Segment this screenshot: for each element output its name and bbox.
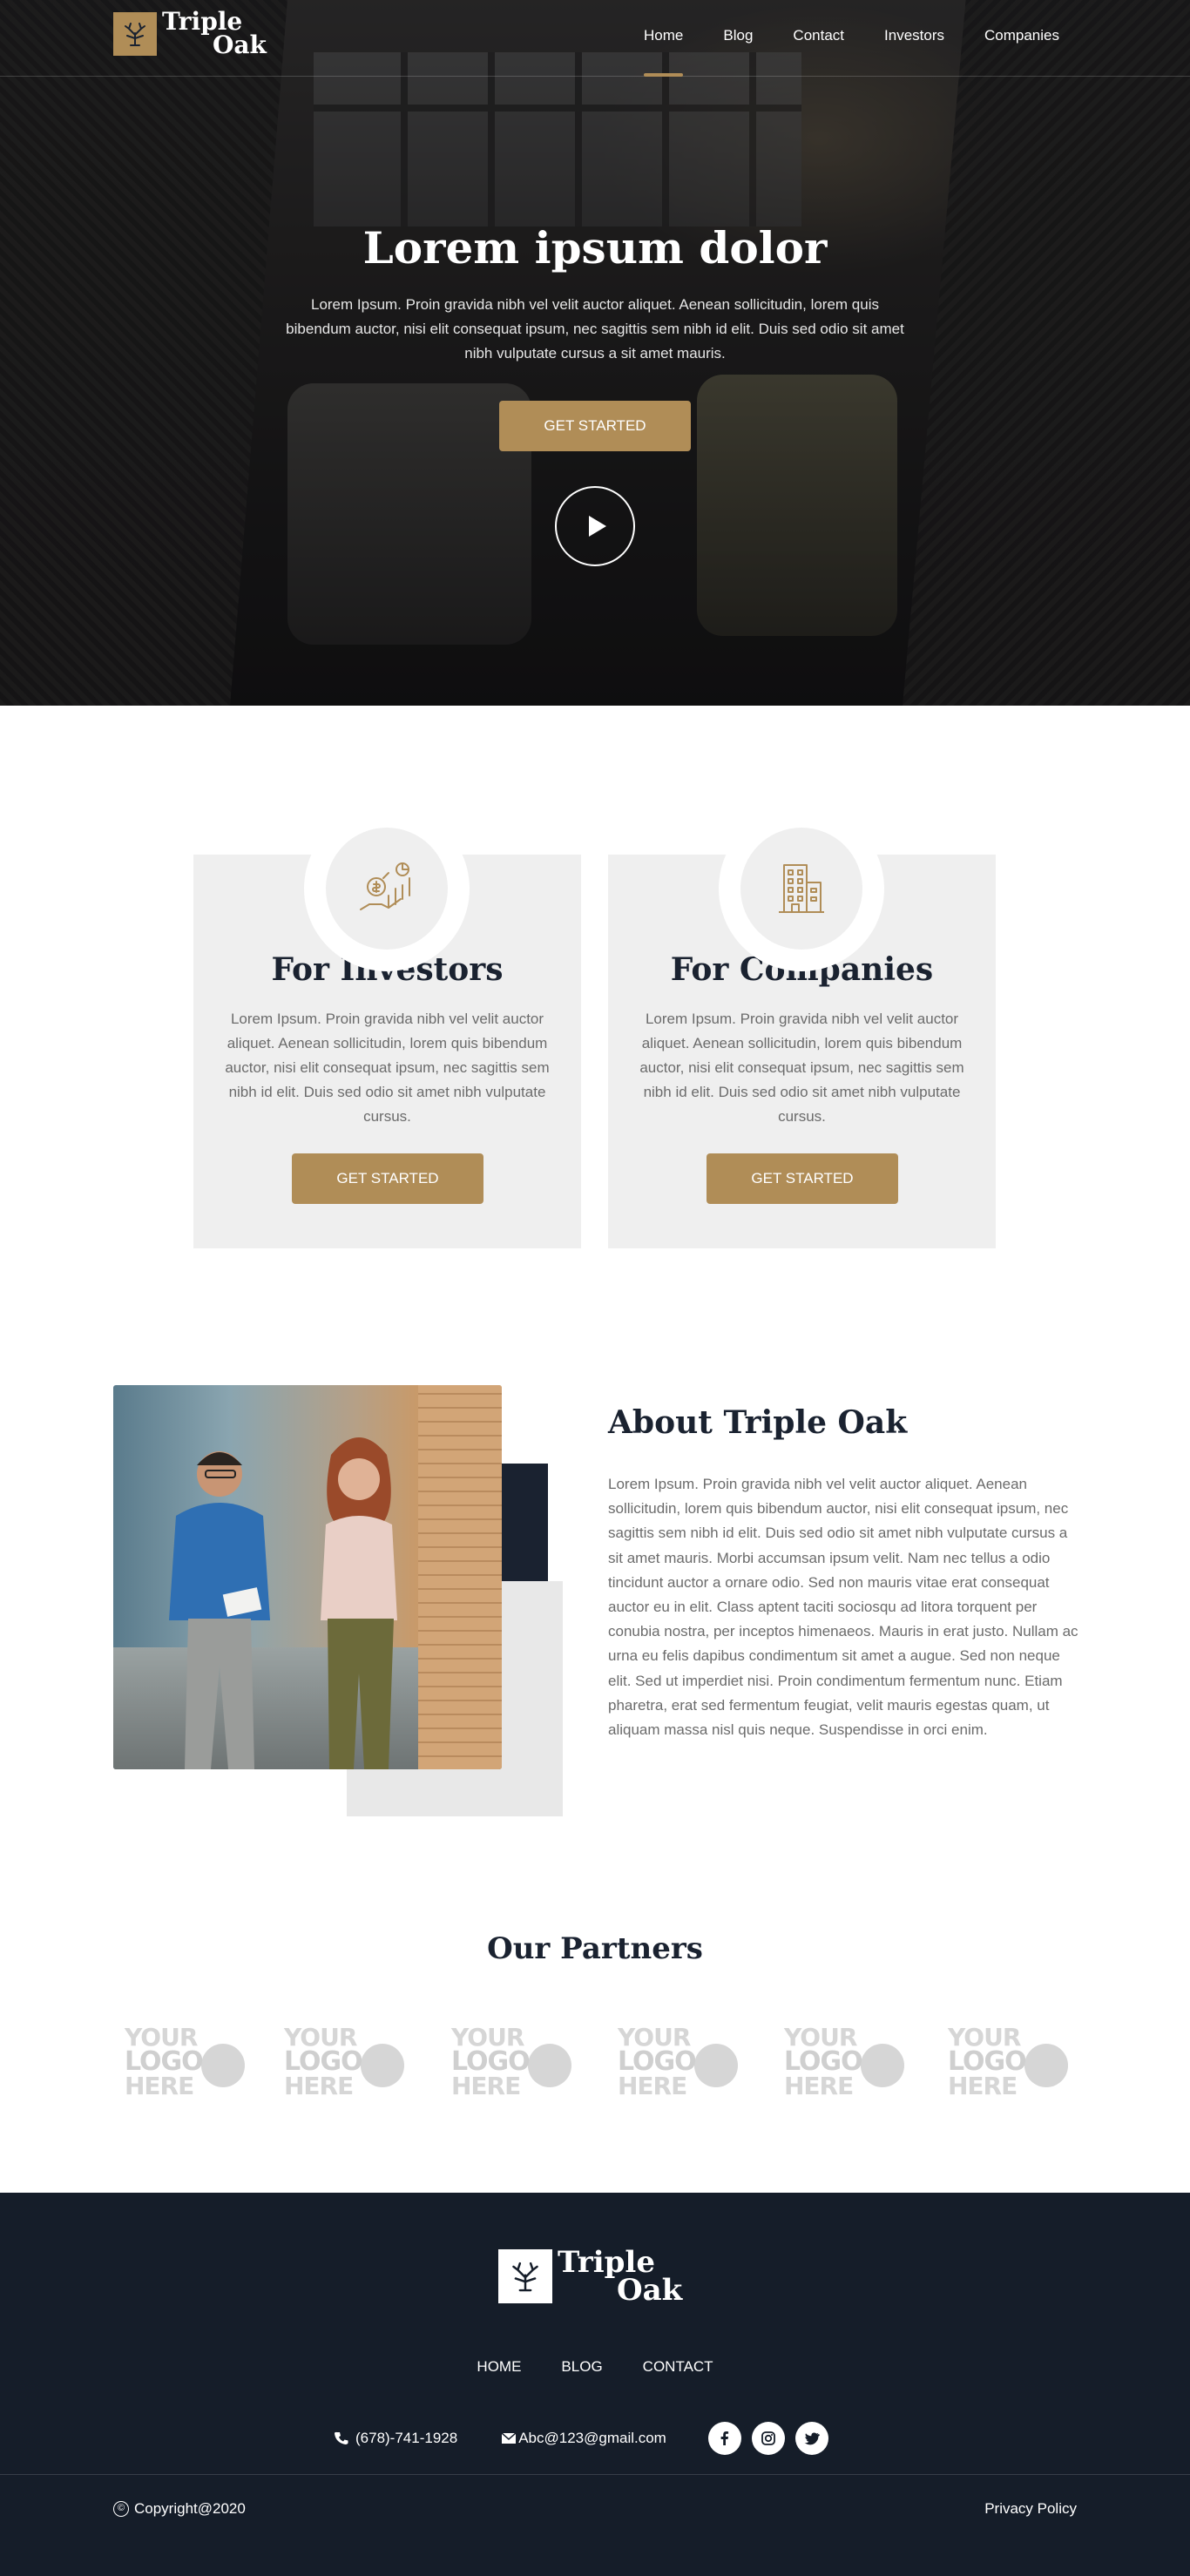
brand-logo[interactable]: Triple Oak bbox=[113, 10, 267, 57]
about-description: Lorem Ipsum. Proin gravida nibh vel veli… bbox=[608, 1476, 1078, 1739]
phone-number: (678)-741-1928 bbox=[355, 2430, 458, 2446]
hero-section: Triple Oak Home Blog Contact Investors C… bbox=[0, 0, 1190, 706]
site-footer: Triple Oak HOME BLOG CONTACT (678)-741-1… bbox=[0, 2193, 1190, 2576]
partner-logo[interactable]: YOUR LOGO HERE bbox=[125, 2025, 247, 2104]
phone-icon bbox=[335, 2431, 348, 2444]
phone-contact[interactable]: (678)-741-1928 bbox=[335, 2430, 457, 2447]
decorative-block bbox=[501, 1464, 548, 1581]
copyright: © Copyright@2020 bbox=[113, 2500, 246, 2518]
main-nav: Home Blog Contact Investors Companies bbox=[624, 0, 1079, 77]
nav-home[interactable]: Home bbox=[624, 0, 703, 77]
copyright-icon: © bbox=[113, 2501, 129, 2517]
email-contact[interactable]: Abc@123@gmail.com bbox=[501, 2430, 666, 2447]
nav-companies[interactable]: Companies bbox=[964, 0, 1079, 77]
investors-get-started-button[interactable]: GET STARTED bbox=[292, 1153, 483, 1204]
hero-description: Lorem Ipsum. Proin gravida nibh vel veli… bbox=[286, 296, 904, 362]
footer-nav-blog[interactable]: BLOG bbox=[541, 2358, 622, 2376]
facebook-icon[interactable] bbox=[707, 2422, 741, 2455]
about-title: About Triple Oak bbox=[608, 1404, 908, 1441]
footer-brand-logo[interactable]: Triple Oak bbox=[498, 2248, 682, 2305]
partner-logo[interactable]: YOUR LOGO HERE bbox=[284, 2025, 406, 2104]
partner-logo[interactable]: YOUR LOGO HERE bbox=[948, 2025, 1070, 2104]
about-photo bbox=[113, 1385, 502, 1769]
footer-nav: HOME BLOG CONTACT bbox=[0, 2358, 1190, 2376]
hero-get-started-button[interactable]: GET STARTED bbox=[499, 401, 691, 451]
oak-tree-icon bbox=[498, 2249, 552, 2304]
partners-title: Our Partners bbox=[487, 1931, 703, 1966]
footer-divider bbox=[0, 2474, 1190, 2475]
nav-investors[interactable]: Investors bbox=[864, 0, 964, 77]
play-icon bbox=[588, 516, 606, 537]
brand-name-line2: Oak bbox=[617, 2273, 683, 2309]
footer-nav-contact[interactable]: CONTACT bbox=[623, 2358, 734, 2376]
oak-tree-icon bbox=[113, 11, 157, 56]
email-address: Abc@123@gmail.com bbox=[518, 2430, 666, 2446]
building-icon bbox=[779, 864, 824, 913]
hero-content: Lorem ipsum dolor Lorem Ipsum. Proin gra… bbox=[0, 222, 1190, 366]
investor-growth-icon bbox=[360, 862, 410, 910]
twitter-icon[interactable] bbox=[794, 2422, 828, 2455]
partner-logo[interactable]: YOUR LOGO HERE bbox=[618, 2025, 740, 2104]
footer-nav-home[interactable]: HOME bbox=[456, 2358, 541, 2376]
card-description: Lorem Ipsum. Proin gravida nibh vel veli… bbox=[225, 1011, 550, 1125]
play-video-button[interactable] bbox=[555, 486, 635, 566]
person-figure bbox=[169, 1451, 270, 1769]
investors-icon-ring bbox=[304, 806, 470, 971]
nav-blog[interactable]: Blog bbox=[703, 0, 773, 77]
top-navbar: Triple Oak Home Blog Contact Investors C… bbox=[0, 0, 1190, 77]
nav-contact[interactable]: Contact bbox=[773, 0, 864, 77]
privacy-policy-link[interactable]: Privacy Policy bbox=[984, 2500, 1077, 2518]
instagram-icon[interactable] bbox=[751, 2422, 785, 2455]
mail-icon bbox=[501, 2432, 517, 2444]
companies-get-started-button[interactable]: GET STARTED bbox=[707, 1153, 898, 1204]
partner-logo[interactable]: YOUR LOGO HERE bbox=[784, 2025, 906, 2104]
person-figure bbox=[321, 1437, 397, 1769]
companies-icon-ring bbox=[719, 806, 884, 971]
hero-title: Lorem ipsum dolor bbox=[362, 222, 828, 274]
contact-row: (678)-741-1928 Abc@123@gmail.com bbox=[335, 2422, 828, 2455]
card-description: Lorem Ipsum. Proin gravida nibh vel veli… bbox=[639, 1011, 964, 1125]
partner-logo[interactable]: YOUR LOGO HERE bbox=[451, 2025, 573, 2104]
brand-name-line2: Oak bbox=[213, 30, 267, 59]
social-links bbox=[707, 2422, 828, 2455]
copyright-text: Copyright@2020 bbox=[134, 2500, 246, 2517]
